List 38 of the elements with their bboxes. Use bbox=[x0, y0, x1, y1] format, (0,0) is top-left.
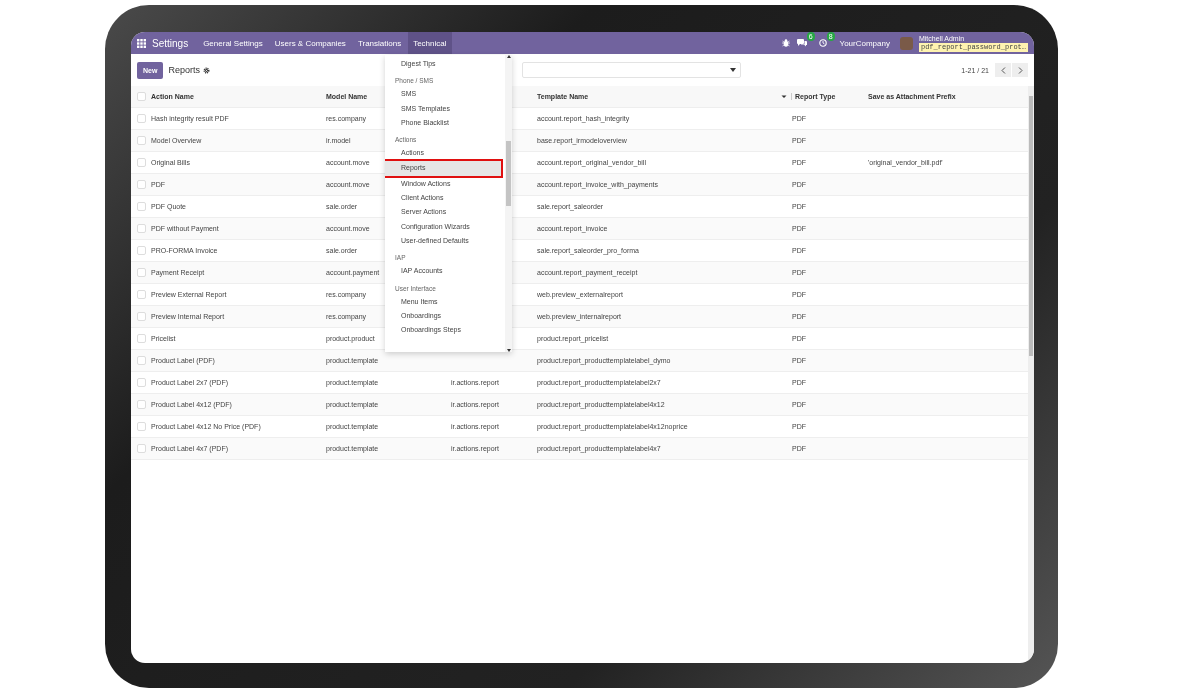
app-grid-icon[interactable] bbox=[137, 38, 146, 48]
row-checkbox[interactable] bbox=[137, 180, 146, 189]
row-checkbox[interactable] bbox=[137, 290, 146, 299]
company-switcher[interactable]: YourCompany bbox=[839, 38, 890, 48]
nav-menu[interactable]: Users & Companies bbox=[269, 32, 351, 54]
select-all-checkbox[interactable] bbox=[137, 92, 146, 101]
chevron-left-icon bbox=[1000, 66, 1006, 74]
search-field[interactable] bbox=[521, 62, 741, 78]
row-checkbox[interactable] bbox=[137, 444, 146, 453]
app-name[interactable]: Settings bbox=[152, 37, 189, 49]
row-checkbox[interactable] bbox=[137, 136, 146, 145]
row-checkbox[interactable] bbox=[137, 334, 146, 343]
row-checkbox[interactable] bbox=[137, 114, 146, 123]
nav-menu[interactable]: Technical bbox=[408, 32, 452, 54]
row-checkbox[interactable] bbox=[137, 224, 146, 233]
row-checkbox[interactable] bbox=[137, 312, 146, 321]
avatar-placeholder[interactable] bbox=[899, 36, 913, 50]
row-checkbox[interactable] bbox=[137, 268, 146, 277]
row-checkbox[interactable] bbox=[137, 202, 146, 211]
bug-icon[interactable] bbox=[781, 39, 790, 47]
breadcrumb-title: Reports bbox=[168, 65, 200, 75]
row-checkbox[interactable] bbox=[137, 246, 146, 255]
row-checkbox[interactable] bbox=[137, 400, 146, 409]
row-checkbox[interactable] bbox=[137, 356, 146, 365]
chevron-icon bbox=[781, 94, 787, 99]
menu-scrollbar[interactable] bbox=[505, 55, 512, 352]
row-checkbox[interactable] bbox=[137, 158, 146, 167]
previous-button[interactable] bbox=[995, 63, 1011, 77]
next-button[interactable] bbox=[1012, 63, 1028, 77]
caret-icon bbox=[729, 68, 736, 72]
chevron-right-icon bbox=[1017, 66, 1023, 74]
clock-icon[interactable] bbox=[818, 39, 827, 47]
nav-menu[interactable]: Translations bbox=[352, 32, 407, 54]
chat-icon[interactable] bbox=[796, 39, 807, 47]
row-checkbox[interactable] bbox=[137, 378, 146, 387]
nav-menu[interactable]: General Settings bbox=[198, 32, 268, 54]
row-checkbox[interactable] bbox=[137, 422, 146, 431]
gear-icon[interactable] bbox=[202, 66, 210, 74]
